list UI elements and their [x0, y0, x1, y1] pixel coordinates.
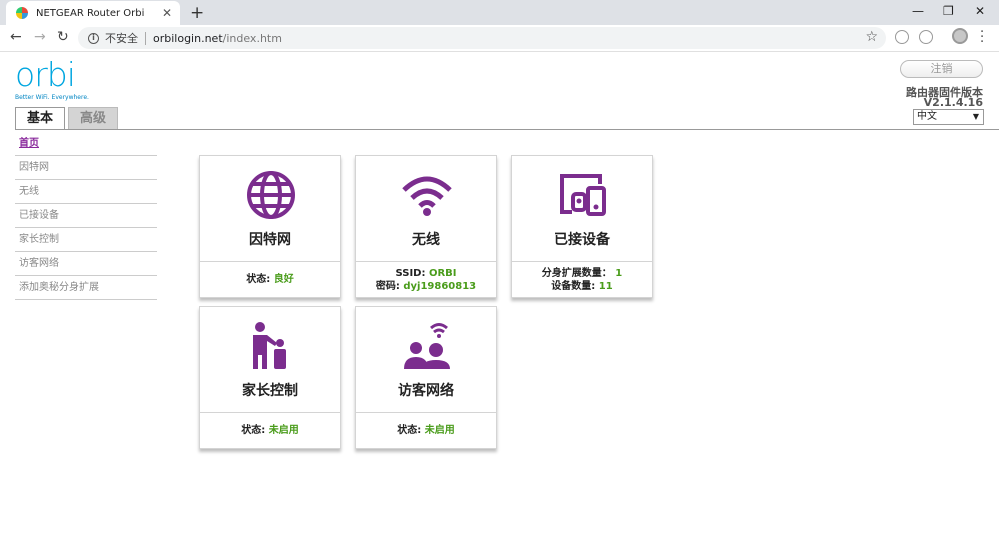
device-count-value: 11	[598, 280, 613, 292]
tab-divider	[15, 129, 999, 130]
sidebar-item-wireless[interactable]: 无线	[15, 180, 157, 204]
main-tabs: 基本 高级	[15, 107, 121, 130]
url-path: /index.htm	[222, 31, 282, 45]
logout-button[interactable]: 注销	[900, 60, 983, 78]
logo-tagline: Better WiFi. Everywhere.	[15, 94, 89, 101]
globe-icon	[247, 171, 295, 219]
tab-title: NETGEAR Router Orbi	[36, 7, 145, 19]
status-value: 良好	[273, 274, 294, 285]
chevron-down-icon: ▼	[972, 112, 979, 121]
wireless-card[interactable]: 无线 SSID: ORBI 密码: dyj19860813	[355, 155, 497, 298]
card-title: 因特网	[249, 232, 291, 248]
language-value: 中文	[917, 111, 937, 122]
browser-tab-bar: NETGEAR Router Orbi ✕ + — ❐ ✕	[0, 0, 999, 25]
card-title: 家长控制	[242, 383, 298, 399]
browser-tab[interactable]: NETGEAR Router Orbi ✕	[6, 1, 180, 25]
firmware-version: V2.1.4.16	[923, 96, 983, 109]
sidebar-item-internet[interactable]: 因特网	[15, 156, 157, 180]
tab-advanced[interactable]: 高级	[68, 107, 119, 129]
status-label: 状态:	[246, 274, 271, 285]
card-title: 已接设备	[554, 232, 610, 248]
restore-icon[interactable]: ❐	[943, 4, 954, 18]
orbi-logo: orbi Better WiFi. Everywhere.	[15, 58, 89, 101]
browser-toolbar: ← → ↻ i 不安全 orbilogin.net/index.htm ☆ · ·…	[0, 25, 999, 52]
info-icon[interactable]: i	[88, 32, 99, 44]
minimize-icon[interactable]: —	[912, 4, 924, 18]
devices-icon	[560, 174, 606, 216]
forward-icon[interactable]: →	[34, 29, 46, 45]
language-select[interactable]: 中文 ▼	[913, 109, 984, 125]
new-tab-icon[interactable]: +	[190, 3, 204, 23]
parent-child-icon	[253, 322, 286, 369]
ssid-value: ORBI	[428, 267, 457, 279]
sidebar: 首页 因特网 无线 已接设备 家长控制 访客网络 添加奥秘分身扩展	[15, 132, 157, 300]
reload-icon[interactable]: ↻	[57, 29, 69, 45]
logo-text: orbi	[15, 55, 76, 94]
status-label: 状态:	[241, 425, 266, 436]
password-label: 密码:	[375, 280, 400, 292]
password-value: dyj19860813	[403, 280, 477, 292]
sidebar-item-add-satellite[interactable]: 添加奥秘分身扩展	[15, 276, 157, 300]
wifi-icon	[402, 176, 452, 216]
extension-icon[interactable]	[919, 30, 933, 44]
card-title: 无线	[412, 232, 440, 248]
address-bar[interactable]: i 不安全 orbilogin.net/index.htm ☆	[78, 27, 886, 49]
card-title: 访客网络	[398, 383, 454, 399]
profile-avatar-icon[interactable]	[952, 28, 968, 44]
ssid-label: SSID:	[395, 267, 426, 279]
parental-controls-card[interactable]: 家长控制 状态: 未启用	[199, 306, 341, 449]
url-host: orbilogin.net	[153, 31, 223, 45]
internet-card[interactable]: 因特网 状态: 良好	[199, 155, 341, 298]
guest-network-card[interactable]: 访客网络 状态: 未启用	[355, 306, 497, 449]
close-window-icon[interactable]: ✕	[975, 4, 985, 18]
sidebar-item-attached-devices[interactable]: 已接设备	[15, 204, 157, 228]
satellite-count-label: 分身扩展数量：	[541, 267, 612, 279]
bookmark-star-icon[interactable]: ☆	[865, 29, 878, 45]
insecure-label: 不安全	[105, 32, 138, 45]
sidebar-item-home[interactable]: 首页	[15, 132, 157, 156]
divider	[145, 31, 146, 45]
favicon-icon	[16, 7, 28, 19]
status-value: 未启用	[268, 425, 299, 436]
attached-devices-card[interactable]: 已接设备 分身扩展数量： 1 设备数量: 11	[511, 155, 653, 298]
back-icon[interactable]: ←	[10, 29, 22, 45]
status-value: 未启用	[424, 425, 455, 436]
close-tab-icon[interactable]: ✕	[162, 6, 172, 20]
status-label: 状态:	[397, 425, 422, 436]
tab-basic[interactable]: 基本	[15, 107, 66, 130]
guest-wifi-icon	[404, 323, 450, 369]
extension-icon[interactable]	[895, 30, 909, 44]
satellite-count-value: 1	[615, 267, 623, 279]
device-count-label: 设备数量:	[551, 280, 596, 292]
sidebar-item-guest-network[interactable]: 访客网络	[15, 252, 157, 276]
sidebar-item-parental-controls[interactable]: 家长控制	[15, 228, 157, 252]
browser-menu-icon[interactable]: · · ·	[980, 26, 984, 49]
